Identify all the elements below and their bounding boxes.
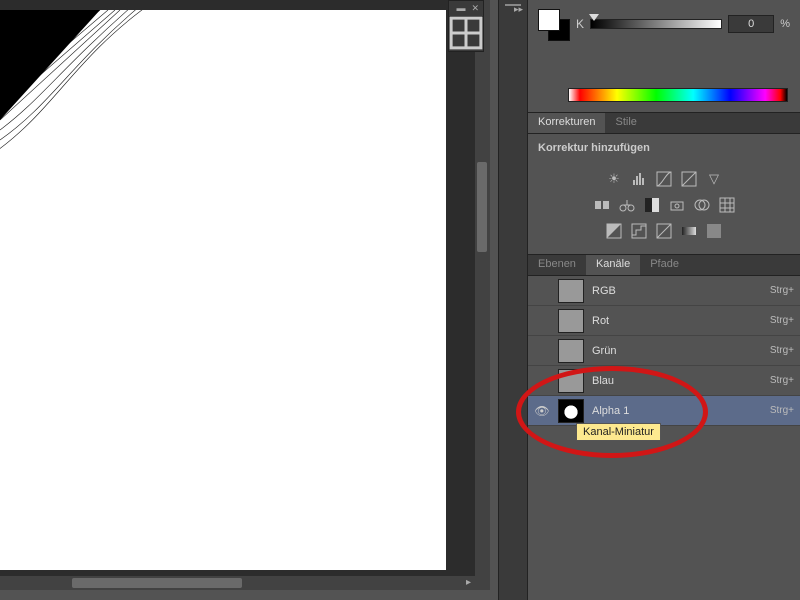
tab-pfade[interactable]: Pfade <box>640 255 689 275</box>
channel-row[interactable]: RGB Strg+ <box>528 276 800 306</box>
canvas-view-controls: ▬ ✕ <box>448 0 484 52</box>
arrange-documents-icon[interactable] <box>449 17 483 49</box>
close-icon[interactable]: ✕ <box>471 3 479 14</box>
photo-filter-icon[interactable] <box>668 196 686 214</box>
channel-thumbnail[interactable] <box>558 279 584 303</box>
color-swatches[interactable] <box>538 9 570 39</box>
adjustments-tabbar: Korrekturen Stile <box>528 112 800 134</box>
channel-thumbnail[interactable] <box>558 309 584 333</box>
scroll-thumb[interactable] <box>72 578 242 588</box>
visibility-toggle-icon[interactable] <box>534 373 550 389</box>
invert-icon[interactable] <box>605 222 623 240</box>
curves-icon[interactable] <box>655 170 673 188</box>
channel-shortcut: Strg+ <box>770 345 794 356</box>
percent-label: % <box>780 18 790 30</box>
minimize-icon[interactable]: ▬ <box>456 3 465 14</box>
vertical-scrollbar[interactable] <box>475 0 490 590</box>
channel-thumbnail[interactable] <box>558 399 584 423</box>
channel-thumbnail[interactable] <box>558 369 584 393</box>
exposure-icon[interactable] <box>680 170 698 188</box>
gradient-map-icon[interactable] <box>680 222 698 240</box>
channel-name: Blau <box>592 375 762 387</box>
visibility-toggle-icon[interactable] <box>534 343 550 359</box>
foreground-color-swatch[interactable] <box>538 9 560 31</box>
right-panel: K 0 % Korrekturen Stile Korrektur hinzuf… <box>528 0 800 600</box>
tab-ebenen[interactable]: Ebenen <box>528 255 586 275</box>
visibility-toggle-icon[interactable] <box>534 283 550 299</box>
channel-name: RGB <box>592 285 762 297</box>
color-lookup-icon[interactable] <box>718 196 736 214</box>
black-white-icon[interactable] <box>643 196 661 214</box>
tab-korrekturen[interactable]: Korrekturen <box>528 113 605 133</box>
tooltip: Kanal-Miniatur <box>576 423 661 441</box>
posterize-icon[interactable] <box>630 222 648 240</box>
color-balance-icon[interactable] <box>618 196 636 214</box>
vibrance-icon[interactable]: ▽ <box>705 170 723 188</box>
threshold-icon[interactable] <box>655 222 673 240</box>
visibility-toggle-icon[interactable] <box>534 313 550 329</box>
adjustments-title: Korrektur hinzufügen <box>528 134 800 162</box>
tab-kanaele[interactable]: Kanäle <box>586 255 640 275</box>
channel-row[interactable]: 👁 Alpha 1 Strg+ <box>528 396 800 426</box>
channel-thumbnail[interactable] <box>558 339 584 363</box>
horizontal-scrollbar[interactable]: ▸ <box>0 576 475 590</box>
hue-saturation-icon[interactable] <box>593 196 611 214</box>
canvas-area: ▸ <box>0 0 475 590</box>
panel-divider[interactable]: ▸▸ <box>498 0 528 600</box>
channel-row[interactable]: Grün Strg+ <box>528 336 800 366</box>
channel-label: K <box>576 17 584 31</box>
selective-color-icon[interactable] <box>705 222 723 240</box>
k-slider[interactable] <box>590 19 722 29</box>
slider-handle-icon[interactable] <box>589 14 599 21</box>
scroll-thumb[interactable] <box>477 162 487 252</box>
layers-tabbar: Ebenen Kanäle Pfade <box>528 254 800 276</box>
collapse-icon[interactable]: ▸▸ <box>514 4 523 15</box>
channel-shortcut: Strg+ <box>770 375 794 386</box>
channels-list: RGB Strg+ Rot Strg+ Grün Strg+ Blau Strg+ 👁 Alpha… <box>528 276 800 426</box>
levels-icon[interactable] <box>630 170 648 188</box>
visibility-toggle-icon[interactable]: 👁 <box>534 403 550 419</box>
color-spectrum[interactable] <box>568 88 788 102</box>
color-panel: K 0 % <box>528 0 800 48</box>
tab-stile[interactable]: Stile <box>605 113 646 133</box>
channel-shortcut: Strg+ <box>770 285 794 296</box>
channel-name: Rot <box>592 315 762 327</box>
channel-shortcut: Strg+ <box>770 315 794 326</box>
channel-name: Grün <box>592 345 762 357</box>
k-value-input[interactable]: 0 <box>728 15 774 33</box>
channel-shortcut: Strg+ <box>770 405 794 416</box>
adjustment-icons: ☀ ▽ <box>528 162 800 254</box>
scroll-right-icon[interactable]: ▸ <box>466 577 471 588</box>
channel-row[interactable]: Blau Strg+ <box>528 366 800 396</box>
document-canvas[interactable] <box>0 10 446 570</box>
channel-mixer-icon[interactable] <box>693 196 711 214</box>
channel-name: Alpha 1 <box>592 405 762 417</box>
brightness-contrast-icon[interactable]: ☀ <box>605 170 623 188</box>
channel-row[interactable]: Rot Strg+ <box>528 306 800 336</box>
